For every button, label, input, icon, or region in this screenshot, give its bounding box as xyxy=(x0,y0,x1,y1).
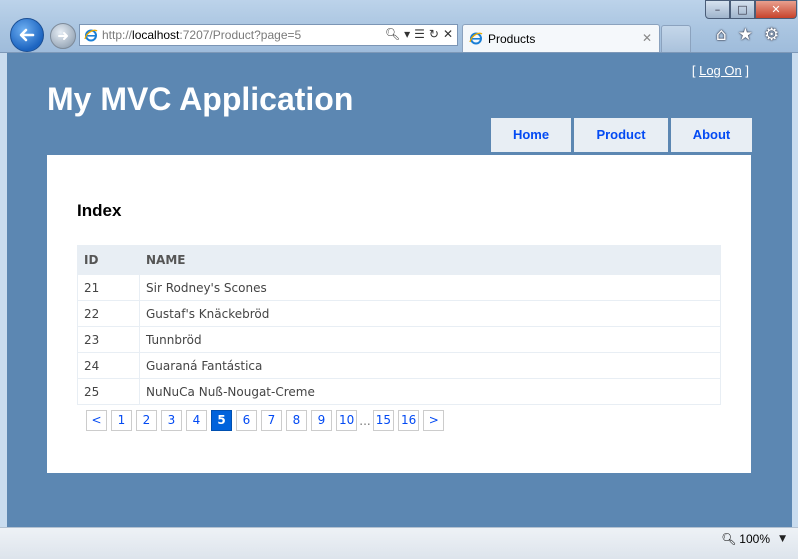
maximize-button[interactable]: □ xyxy=(730,0,755,19)
products-table: ID NAME 21 Sir Rodney's Scones 22 Gustaf… xyxy=(77,245,721,405)
cell-id: 21 xyxy=(77,274,140,301)
close-tab-icon[interactable]: ✕ xyxy=(642,31,652,45)
status-bar: 🔍︎ 100% ▼ xyxy=(0,527,798,559)
pager-page-4[interactable]: 4 xyxy=(186,410,207,431)
column-header-name[interactable]: NAME xyxy=(139,245,721,275)
cell-name: NuNuCa Nuß-Nougat-Creme xyxy=(139,378,721,405)
close-window-button[interactable]: ✕ xyxy=(755,0,797,19)
table-row: 21 Sir Rodney's Scones xyxy=(77,274,721,301)
pager-ellipsis: ... xyxy=(359,413,371,428)
ie-logo-icon xyxy=(84,29,98,42)
ie-logo-icon xyxy=(469,32,483,45)
arrow-left-icon xyxy=(19,28,35,42)
cell-name: Sir Rodney's Scones xyxy=(139,274,721,301)
pager-page-10[interactable]: 10 xyxy=(336,410,358,431)
cell-id: 23 xyxy=(77,326,140,353)
zoom-dropdown-icon[interactable]: ▼ xyxy=(779,534,786,544)
pager-page-current[interactable]: 5 xyxy=(211,410,232,431)
pager-page-9[interactable]: 9 xyxy=(311,410,332,431)
main-content: Index ID NAME 21 Sir Rodney's Scones 22 … xyxy=(47,155,751,473)
pager-page-1[interactable]: 1 xyxy=(111,410,132,431)
site-title: My MVC Application xyxy=(47,81,354,117)
tab-title: Products xyxy=(488,32,536,46)
search-icon[interactable]: 🔍︎ xyxy=(385,27,400,41)
gear-icon[interactable]: ⚙ xyxy=(764,26,779,44)
pager-page-8[interactable]: 8 xyxy=(286,410,307,431)
dropdown-caret-icon[interactable]: ▾ xyxy=(404,27,410,41)
forward-button[interactable] xyxy=(50,23,76,49)
page-heading: Index xyxy=(77,201,122,220)
pager-page-7[interactable]: 7 xyxy=(261,410,282,431)
zoom-level: 100% xyxy=(739,532,770,546)
menu-product[interactable]: Product xyxy=(574,118,668,152)
menu-home[interactable]: Home xyxy=(491,118,571,152)
home-icon[interactable]: ⌂ xyxy=(716,26,727,44)
pager-prev[interactable]: < xyxy=(86,410,107,431)
refresh-icon[interactable]: ↻ xyxy=(429,27,439,41)
table-row: 23 Tunnbröd xyxy=(77,326,721,353)
pager-page-15[interactable]: 15 xyxy=(372,410,395,431)
new-tab-button[interactable] xyxy=(661,25,691,52)
logon-area: [ Log On ] xyxy=(691,63,749,78)
main-menu: Home Product About xyxy=(491,118,752,152)
zoom-control[interactable]: 🔍︎ 100% xyxy=(721,532,770,546)
cell-name: Guaraná Fantástica xyxy=(139,352,721,379)
menu-about[interactable]: About xyxy=(671,118,752,152)
cell-name: Tunnbröd xyxy=(139,326,721,353)
tab-products[interactable]: Products ✕ xyxy=(462,24,660,52)
back-button[interactable] xyxy=(10,18,44,52)
stop-icon[interactable]: ✕ xyxy=(443,27,453,41)
favorites-star-icon[interactable]: ★ xyxy=(738,26,753,44)
cell-id: 22 xyxy=(77,300,140,327)
compatibility-view-icon[interactable]: ☰ xyxy=(414,27,425,41)
column-header-id[interactable]: ID xyxy=(77,245,140,275)
table-header-row: ID NAME xyxy=(77,245,721,275)
address-url: http://localhost:7207/Product?page=5 xyxy=(102,28,302,42)
pager-page-2[interactable]: 2 xyxy=(136,410,157,431)
log-on-link[interactable]: Log On xyxy=(699,63,742,78)
cell-name: Gustaf's Knäckebröd xyxy=(139,300,721,327)
cell-id: 24 xyxy=(77,352,140,379)
pager-next[interactable]: > xyxy=(423,410,445,431)
minimize-button[interactable]: – xyxy=(705,0,730,19)
arrow-right-icon xyxy=(58,32,68,40)
page-body: [ Log On ] My MVC Application Home Produ… xyxy=(7,53,792,527)
cell-id: 25 xyxy=(77,378,140,405)
table-row: 24 Guaraná Fantástica xyxy=(77,352,721,379)
pager-page-16[interactable]: 16 xyxy=(398,410,420,431)
pager-page-6[interactable]: 6 xyxy=(236,410,257,431)
pager: < 1 2 3 4 5 6 7 8 9 10 ... 15 16 > xyxy=(86,410,445,431)
table-row: 25 NuNuCa Nuß-Nougat-Creme xyxy=(77,378,721,405)
address-bar[interactable]: http://localhost:7207/Product?page=5 🔍︎ … xyxy=(79,24,458,46)
table-row: 22 Gustaf's Knäckebröd xyxy=(77,300,721,327)
pager-page-3[interactable]: 3 xyxy=(161,410,182,431)
zoom-magnifier-icon: 🔍︎ xyxy=(721,532,737,546)
